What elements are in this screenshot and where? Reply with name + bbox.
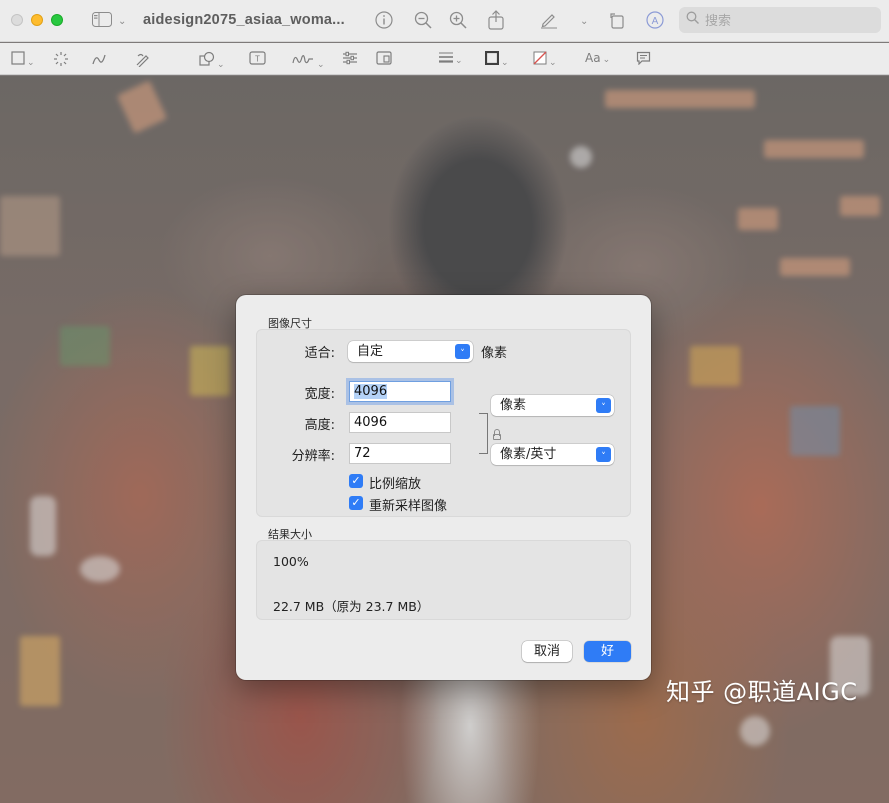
text-tool-icon[interactable]: T (249, 51, 266, 69)
resolution-unit-value: 像素/英寸 (500, 447, 557, 462)
height-field[interactable]: 4096 (349, 412, 451, 433)
title-bar: ⌄ aidesign2075_asiaa_woma... ⌄ A (0, 0, 889, 42)
resolution-field[interactable]: 72 (349, 443, 451, 464)
result-file-size: 22.7 MB（原为 23.7 MB） (273, 599, 430, 614)
fit-popup-value: 自定 (357, 344, 384, 359)
draw-tool-icon[interactable] (135, 51, 151, 71)
width-label: 宽度: (304, 387, 335, 402)
highlight-circle-icon[interactable]: A (646, 11, 664, 32)
watermark-text: 知乎 @职道AIGC (666, 678, 858, 706)
minimize-window-button[interactable] (31, 14, 43, 26)
zoom-window-button[interactable] (51, 14, 63, 26)
share-icon[interactable] (488, 10, 504, 33)
adjust-size-icon[interactable] (376, 51, 392, 69)
annotation-icon[interactable] (636, 51, 651, 69)
sketch-tool-icon[interactable] (91, 51, 107, 71)
resolution-value: 72 (354, 446, 371, 461)
result-size-group: 100% 22.7 MB（原为 23.7 MB） (256, 540, 631, 620)
adjust-color-icon[interactable] (342, 51, 358, 69)
fill-color-icon[interactable]: ⌄ (533, 51, 557, 70)
width-value: 4096 (354, 384, 388, 399)
scale-proportionally-checkbox[interactable]: ✓ (349, 474, 363, 488)
info-icon[interactable] (375, 11, 393, 32)
close-window-button[interactable] (11, 14, 23, 26)
selection-tool-icon[interactable]: ⌄ (11, 51, 35, 70)
aspect-link-bracket (479, 413, 488, 454)
zoom-out-icon[interactable] (414, 11, 432, 32)
resolution-unit-popup[interactable]: 像素/英寸 ˄ ˅ (491, 444, 614, 465)
resample-image-checkbox[interactable]: ✓ (349, 496, 363, 510)
zoom-in-icon[interactable] (449, 11, 467, 32)
instant-alpha-icon[interactable] (53, 51, 69, 71)
fit-unit-label: 像素 (481, 346, 508, 361)
text-style-icon[interactable]: Aa ⌄ (585, 51, 610, 67)
fit-popup[interactable]: 自定 ˄ ˅ (348, 341, 473, 362)
line-style-icon[interactable]: ⌄ (439, 51, 463, 68)
height-label: 高度: (304, 418, 335, 433)
search-icon (686, 11, 700, 29)
markup-chevron-down-icon[interactable]: ⌄ (580, 14, 588, 30)
scale-proportionally-label: 比例缩放 (369, 477, 422, 492)
height-value: 4096 (354, 415, 388, 430)
lock-icon[interactable] (493, 429, 501, 440)
resample-image-label: 重新采样图像 (369, 499, 448, 514)
border-color-icon[interactable]: ⌄ (484, 50, 509, 70)
width-field[interactable]: 4096 (349, 381, 451, 402)
popup-arrows-icon: ˄ ˅ (596, 446, 611, 462)
fit-label: 适合: (304, 346, 335, 361)
search-input[interactable] (703, 10, 873, 30)
markup-pen-icon[interactable] (540, 11, 558, 32)
size-unit-popup[interactable]: 像素 ˄ ˅ (491, 395, 614, 416)
ok-button[interactable]: 好 (584, 641, 631, 662)
popup-arrows-icon: ˄ ˅ (596, 397, 611, 413)
svg-text:T: T (255, 55, 260, 64)
shapes-tool-icon[interactable]: ⌄ (199, 51, 225, 72)
svg-text:A: A (652, 16, 659, 27)
rotate-icon[interactable] (608, 11, 626, 32)
search-field[interactable] (679, 7, 881, 33)
sidebar-chevron-down-icon[interactable]: ⌄ (118, 14, 126, 30)
image-size-dialog: 图像尺寸 适合: 自定 ˄ ˅ 像素 宽度: 4096 高度: 4096 像素 ˄… (236, 295, 651, 680)
resolution-label: 分辨率: (291, 449, 335, 464)
popup-arrows-icon: ˄ ˅ (455, 343, 470, 359)
image-size-group: 适合: 自定 ˄ ˅ 像素 宽度: 4096 高度: 4096 像素 ˄ ˅ 分辨率… (256, 329, 631, 517)
window-title: aidesign2075_asiaa_woma... (143, 12, 345, 28)
size-unit-value: 像素 (500, 398, 527, 413)
signature-tool-icon[interactable]: ⌄ (291, 51, 325, 72)
result-percent: 100% (273, 554, 309, 569)
sidebar-toggle-icon[interactable] (92, 12, 112, 30)
markup-toolbar: ⌄ ⌄ T ⌄ ⌄ ⌄ ⌄ Aa ⌄ (0, 43, 889, 75)
cancel-button[interactable]: 取消 (522, 641, 572, 662)
